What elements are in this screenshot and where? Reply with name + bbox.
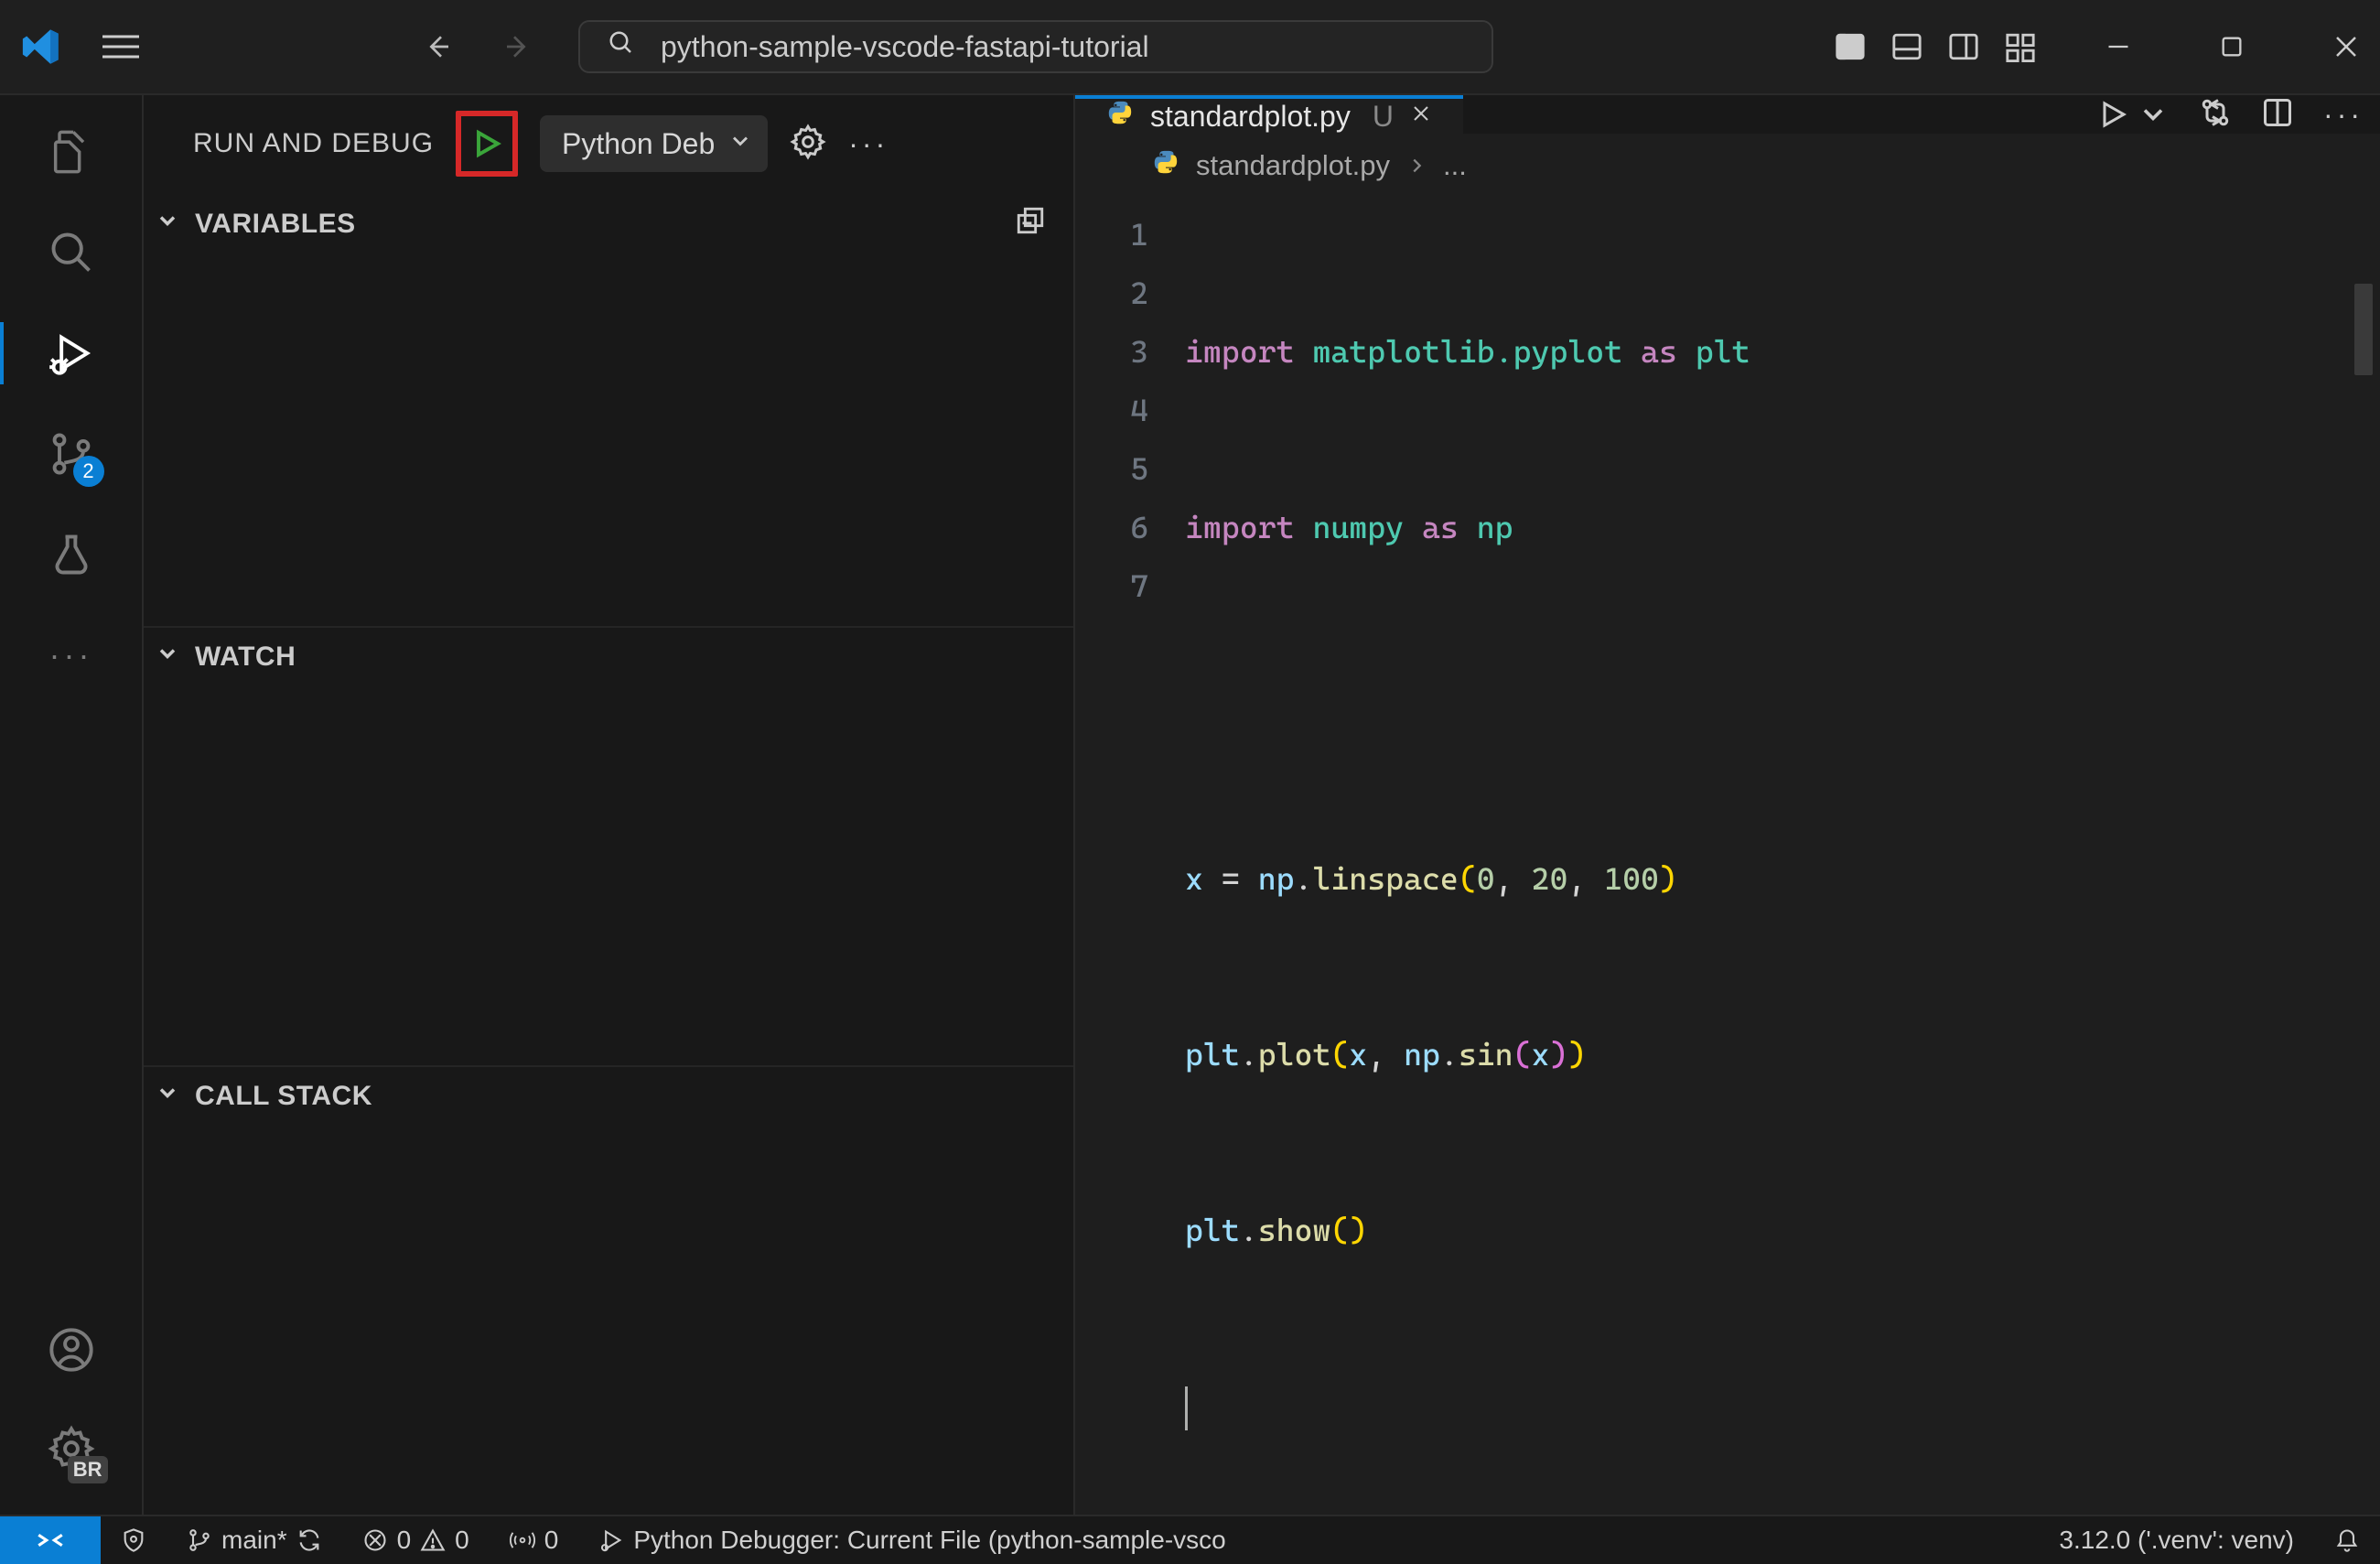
run-file-button[interactable] bbox=[2096, 98, 2170, 131]
status-problems[interactable]: 0 0 bbox=[342, 1526, 490, 1555]
collapse-all-icon[interactable] bbox=[1015, 205, 1046, 243]
command-center[interactable]: python-sample-vscode-fastapi-tutorial bbox=[578, 20, 1493, 73]
chevron-right-icon bbox=[1406, 156, 1427, 176]
activity-bar: 2 ··· BR bbox=[0, 95, 142, 1515]
watch-section-header[interactable]: WATCH bbox=[144, 628, 1073, 683]
tab-status: U bbox=[1373, 100, 1394, 134]
callstack-title: CALL STACK bbox=[195, 1081, 372, 1112]
breadcrumb[interactable]: standardplot.py ... bbox=[1075, 134, 2380, 205]
nav-forward-icon[interactable] bbox=[498, 27, 538, 67]
window-close-icon[interactable] bbox=[2332, 33, 2360, 60]
layout-secondary-sidebar-icon[interactable] bbox=[1948, 31, 1979, 62]
editor-more-icon[interactable]: ··· bbox=[2323, 98, 2364, 132]
command-center-text: python-sample-vscode-fastapi-tutorial bbox=[661, 30, 1149, 64]
chevron-down-icon bbox=[155, 641, 180, 674]
debug-sidebar-title: RUN AND DEBUG bbox=[193, 128, 434, 159]
editor-tab-bar: standardplot.py U ··· bbox=[1075, 95, 2380, 134]
tab-filename: standardplot.py bbox=[1150, 100, 1351, 134]
search-icon bbox=[608, 29, 635, 64]
chevron-down-icon bbox=[727, 127, 753, 161]
split-editor-icon[interactable] bbox=[2261, 96, 2294, 134]
activity-source-control-icon[interactable]: 2 bbox=[44, 426, 99, 481]
activity-more-icon[interactable]: ··· bbox=[44, 628, 99, 683]
layout-primary-sidebar-icon[interactable] bbox=[1835, 31, 1866, 62]
callstack-section-header[interactable]: CALL STACK bbox=[144, 1067, 1073, 1122]
settings-profile-badge: BR bbox=[68, 1456, 108, 1483]
line-number-gutter: 1 2 3 4 5 6 7 bbox=[1075, 205, 1185, 1552]
debug-more-icon[interactable]: ··· bbox=[848, 127, 888, 161]
debug-config-gear-icon[interactable] bbox=[790, 124, 826, 165]
sync-icon bbox=[296, 1527, 322, 1553]
activity-explorer-icon[interactable] bbox=[44, 124, 99, 179]
start-debugging-button[interactable] bbox=[456, 111, 518, 177]
source-control-badge: 2 bbox=[73, 456, 104, 487]
python-file-icon bbox=[1106, 99, 1134, 134]
activity-run-debug-icon[interactable] bbox=[44, 326, 99, 381]
chevron-down-icon bbox=[155, 1080, 180, 1113]
status-branch[interactable]: main* bbox=[167, 1526, 342, 1555]
debug-sidebar-header: RUN AND DEBUG Python Deb ··· bbox=[144, 95, 1073, 192]
watch-panel bbox=[144, 683, 1073, 1067]
breadcrumb-file: standardplot.py bbox=[1196, 149, 1390, 182]
debug-config-label: Python Deb bbox=[562, 127, 715, 161]
layout-customize-icon[interactable] bbox=[2005, 31, 2036, 62]
breadcrumb-tail: ... bbox=[1443, 149, 1467, 182]
debug-sidebar: RUN AND DEBUG Python Deb ··· VARIABLES W… bbox=[142, 95, 1075, 1515]
debug-config-select[interactable]: Python Deb bbox=[540, 115, 768, 172]
python-file-icon bbox=[1152, 148, 1179, 183]
nav-back-icon[interactable] bbox=[417, 27, 458, 67]
variables-title: VARIABLES bbox=[195, 209, 356, 240]
activity-settings-icon[interactable]: BR bbox=[44, 1421, 99, 1476]
remote-indicator[interactable] bbox=[0, 1516, 101, 1564]
window-minimize-icon[interactable] bbox=[2105, 34, 2131, 59]
tab-close-icon[interactable] bbox=[1410, 101, 1432, 132]
code-editor[interactable]: 1 2 3 4 5 6 7 import matplotlib.pyplot a… bbox=[1075, 205, 2380, 1552]
activity-search-icon[interactable] bbox=[44, 225, 99, 280]
minimap-slider[interactable] bbox=[2354, 284, 2373, 375]
variables-panel bbox=[144, 253, 1073, 628]
activity-testing-icon[interactable] bbox=[44, 527, 99, 582]
compare-changes-icon[interactable] bbox=[2199, 96, 2232, 134]
title-bar: python-sample-vscode-fastapi-tutorial bbox=[0, 0, 2380, 95]
watch-title: WATCH bbox=[195, 642, 296, 673]
status-security-icon[interactable] bbox=[101, 1527, 167, 1553]
editor-tab[interactable]: standardplot.py U bbox=[1075, 95, 1463, 134]
status-ports[interactable]: 0 bbox=[490, 1526, 579, 1555]
window-maximize-icon[interactable] bbox=[2219, 34, 2245, 59]
editor-area: standardplot.py U ··· bbox=[1075, 95, 2380, 1515]
layout-panel-icon[interactable] bbox=[1891, 31, 1922, 62]
variables-section-header[interactable]: VARIABLES bbox=[144, 192, 1073, 253]
menu-icon[interactable] bbox=[102, 34, 139, 59]
vscode-logo-icon bbox=[20, 26, 62, 68]
text-cursor bbox=[1185, 1386, 1188, 1430]
activity-account-icon[interactable] bbox=[44, 1322, 99, 1377]
code-content[interactable]: import matplotlib.pyplot as plt import n… bbox=[1185, 205, 2380, 1552]
chevron-down-icon bbox=[155, 208, 180, 241]
